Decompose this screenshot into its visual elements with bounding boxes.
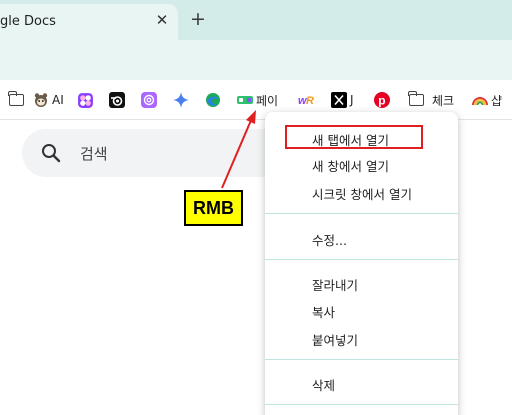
menu-item-open-incognito[interactable]: 시크릿 창에서 열기 <box>265 180 458 206</box>
menu-item-label: 복사 <box>312 305 336 320</box>
menu-item-label: 수정... <box>312 233 347 248</box>
menu-item-label: 시크릿 창에서 열기 <box>312 187 412 202</box>
menu-item-delete[interactable]: 삭제 <box>265 371 458 397</box>
menu-item-paste[interactable]: 붙여넣기 <box>265 326 458 352</box>
menu-item-open-new-window[interactable]: 새 창에서 열기 <box>265 152 458 178</box>
menu-item-label: 새 창에서 열기 <box>312 159 389 174</box>
menu-item-copy[interactable]: 복사 <box>265 298 458 324</box>
menu-separator <box>265 404 458 405</box>
menu-item-open-new-tab[interactable]: 새 탭에서 열기 <box>285 125 423 149</box>
menu-item-label: 붙여넣기 <box>312 333 359 348</box>
menu-item-cut[interactable]: 잘라내기 <box>265 271 458 297</box>
menu-item-label: 잘라내기 <box>312 278 359 293</box>
rmb-annotation: RMB <box>184 190 243 226</box>
menu-item-edit[interactable]: 수정... <box>265 226 458 252</box>
menu-separator <box>265 213 458 214</box>
menu-separator <box>265 359 458 360</box>
context-menu: 새 탭에서 열기 새 창에서 열기 시크릿 창에서 열기 수정... 잘라내기 … <box>265 112 458 415</box>
menu-separator <box>265 259 458 260</box>
menu-item-label: 새 탭에서 열기 <box>312 133 389 148</box>
menu-item-label: 삭제 <box>312 378 336 393</box>
